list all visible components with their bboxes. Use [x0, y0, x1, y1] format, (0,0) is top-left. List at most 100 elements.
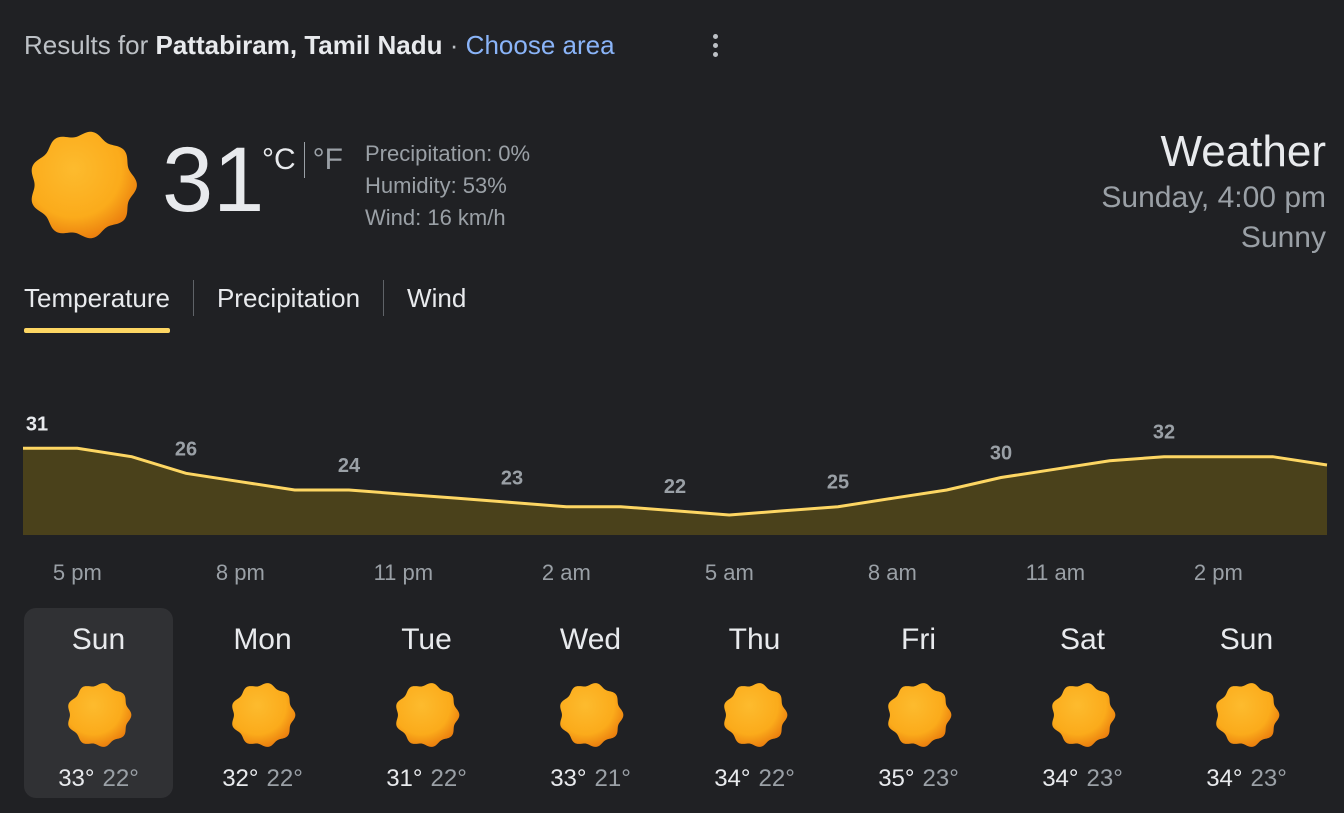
day-temps: 33° 22°	[58, 764, 139, 794]
chart-value-label: 23	[501, 468, 523, 490]
low-temp: 23°	[922, 765, 959, 792]
sun-icon	[1215, 683, 1279, 747]
sun-icon	[395, 683, 459, 747]
day-name: Wed	[559, 623, 622, 656]
chart-value-label: 24	[338, 455, 361, 477]
high-temp: 33°	[58, 765, 95, 792]
results-header: Results for Pattabiram, Tamil Nadu · Cho…	[24, 28, 615, 62]
chart-value-label: 25	[827, 472, 849, 494]
results-prefix: Results for	[24, 30, 149, 60]
day-temps: 34° 23°	[1042, 764, 1123, 794]
chart-time-label: 2 pm	[1194, 560, 1243, 585]
daily-forecast: Sun 33° 22° Mon 32° 22° Tue 31° 22° Wed 33° 21° Thu 3…	[24, 608, 1336, 798]
low-temp: 21°	[594, 765, 631, 792]
active-tab-indicator	[24, 328, 170, 333]
sun-icon	[723, 683, 787, 747]
unit-fahrenheit[interactable]: °F	[313, 140, 343, 180]
low-temp: 23°	[1250, 765, 1287, 792]
forecast-day-tue[interactable]: Tue 31° 22°	[352, 608, 501, 798]
temperature-chart: 31 26 24 23 22 25 30 32 5 pm 8 pm 11 pm 2 am 5 am 8 a…	[0, 380, 1344, 600]
weather-details: Precipitation: 0% Humidity: 53% Wind: 16…	[365, 138, 530, 234]
sun-icon	[887, 683, 951, 747]
day-temps: 32° 22°	[222, 764, 303, 794]
day-temps: 34° 22°	[714, 764, 795, 794]
unit-divider	[303, 142, 305, 178]
chart-time-label: 11 pm	[374, 560, 434, 585]
tab-precipitation[interactable]: Precipitation	[217, 278, 360, 318]
chart-time-label: 5 pm	[53, 560, 102, 585]
weather-summary: Weather Sunday, 4:00 pm Sunny	[1101, 126, 1326, 258]
chart-time-label: 8 am	[868, 560, 917, 585]
temperature-chart-svg: 31 26 24 23 22 25 30 32 5 pm 8 pm 11 pm 2 am 5 am 8 a…	[23, 413, 1328, 585]
sun-icon	[67, 683, 131, 747]
sun-icon	[1051, 683, 1115, 747]
forecast-day-fri[interactable]: Fri 35° 23°	[844, 608, 993, 798]
choose-area-link[interactable]: Choose area	[466, 30, 615, 60]
high-temp: 35°	[878, 765, 915, 792]
day-temps: 33° 21°	[550, 764, 631, 794]
chart-time-label: 2 am	[542, 560, 591, 585]
tab-bar: Temperature Precipitation Wind	[24, 278, 466, 333]
wind-text: Wind: 16 km/h	[365, 205, 506, 230]
day-name: Fri	[901, 623, 936, 656]
dot	[712, 51, 718, 57]
day-name: Mon	[233, 623, 292, 656]
tab-label: Precipitation	[216, 283, 361, 313]
chart-value-label: 26	[175, 438, 197, 460]
forecast-day-wed[interactable]: Wed 33° 21°	[516, 608, 665, 798]
sun-icon	[31, 131, 137, 239]
sun-icon	[231, 683, 295, 747]
humidity-text: Humidity: 53%	[365, 173, 507, 198]
day-name: Sun	[71, 623, 126, 656]
forecast-day-mon[interactable]: Mon 32° 22°	[188, 608, 337, 798]
weather-condition: Sunny	[1240, 221, 1326, 254]
forecast-day-sun[interactable]: Sun 34° 23°	[1172, 608, 1321, 798]
high-temp: 32°	[222, 765, 259, 792]
chart-value-label: 30	[990, 443, 1012, 465]
low-temp: 22°	[430, 765, 467, 792]
weather-widget: Results for Pattabiram, Tamil Nadu · Cho…	[0, 0, 1344, 813]
unit-celsius[interactable]: °C	[262, 140, 296, 180]
high-temp: 34°	[1042, 765, 1079, 792]
forecast-day-sat[interactable]: Sat 34° 23°	[1008, 608, 1157, 798]
current-temperature: 31	[162, 129, 265, 231]
weather-datetime: Sunday, 4:00 pm	[1101, 181, 1326, 214]
day-temps: 31° 22°	[386, 764, 467, 794]
tab-wind[interactable]: Wind	[407, 278, 466, 318]
low-temp: 23°	[1086, 765, 1123, 792]
day-name: Tue	[401, 623, 452, 656]
day-temps: 35° 23°	[878, 764, 959, 794]
chart-time-label: 5 am	[705, 560, 754, 585]
day-name: Sun	[1219, 623, 1274, 656]
chart-time-label: 11 am	[1026, 560, 1086, 585]
forecast-day-sun[interactable]: Sun 33° 22°	[24, 608, 173, 798]
low-temp: 22°	[758, 765, 795, 792]
chart-value-label: 22	[664, 476, 686, 498]
chart-value-label: 32	[1153, 422, 1175, 444]
high-temp: 34°	[714, 765, 751, 792]
chart-value-label: 31	[26, 413, 48, 435]
more-vert-icon[interactable]	[700, 28, 730, 62]
day-name: Sat	[1059, 623, 1106, 656]
weather-title: Weather	[1160, 127, 1327, 176]
low-temp: 22°	[102, 765, 139, 792]
high-temp: 34°	[1206, 765, 1243, 792]
forecast-day-thu[interactable]: Thu 34° 22°	[680, 608, 829, 798]
high-temp: 31°	[386, 765, 423, 792]
tab-temperature[interactable]: Temperature	[24, 278, 170, 333]
unit-switcher: °C °F	[262, 140, 343, 180]
precipitation-text: Precipitation: 0%	[365, 141, 531, 166]
tab-divider	[192, 280, 194, 316]
location-name: Pattabiram, Tamil Nadu	[155, 30, 443, 60]
high-temp: 33°	[550, 765, 587, 792]
dot	[712, 33, 718, 39]
tab-label: Wind	[407, 283, 467, 313]
day-name: Thu	[728, 623, 781, 656]
tab-label: Temperature	[24, 283, 170, 313]
sun-icon	[559, 683, 623, 747]
tab-divider	[383, 280, 385, 316]
dot	[712, 42, 718, 48]
low-temp: 22°	[266, 765, 303, 792]
day-temps: 34° 23°	[1206, 764, 1287, 794]
separator-dot: ·	[449, 30, 459, 60]
